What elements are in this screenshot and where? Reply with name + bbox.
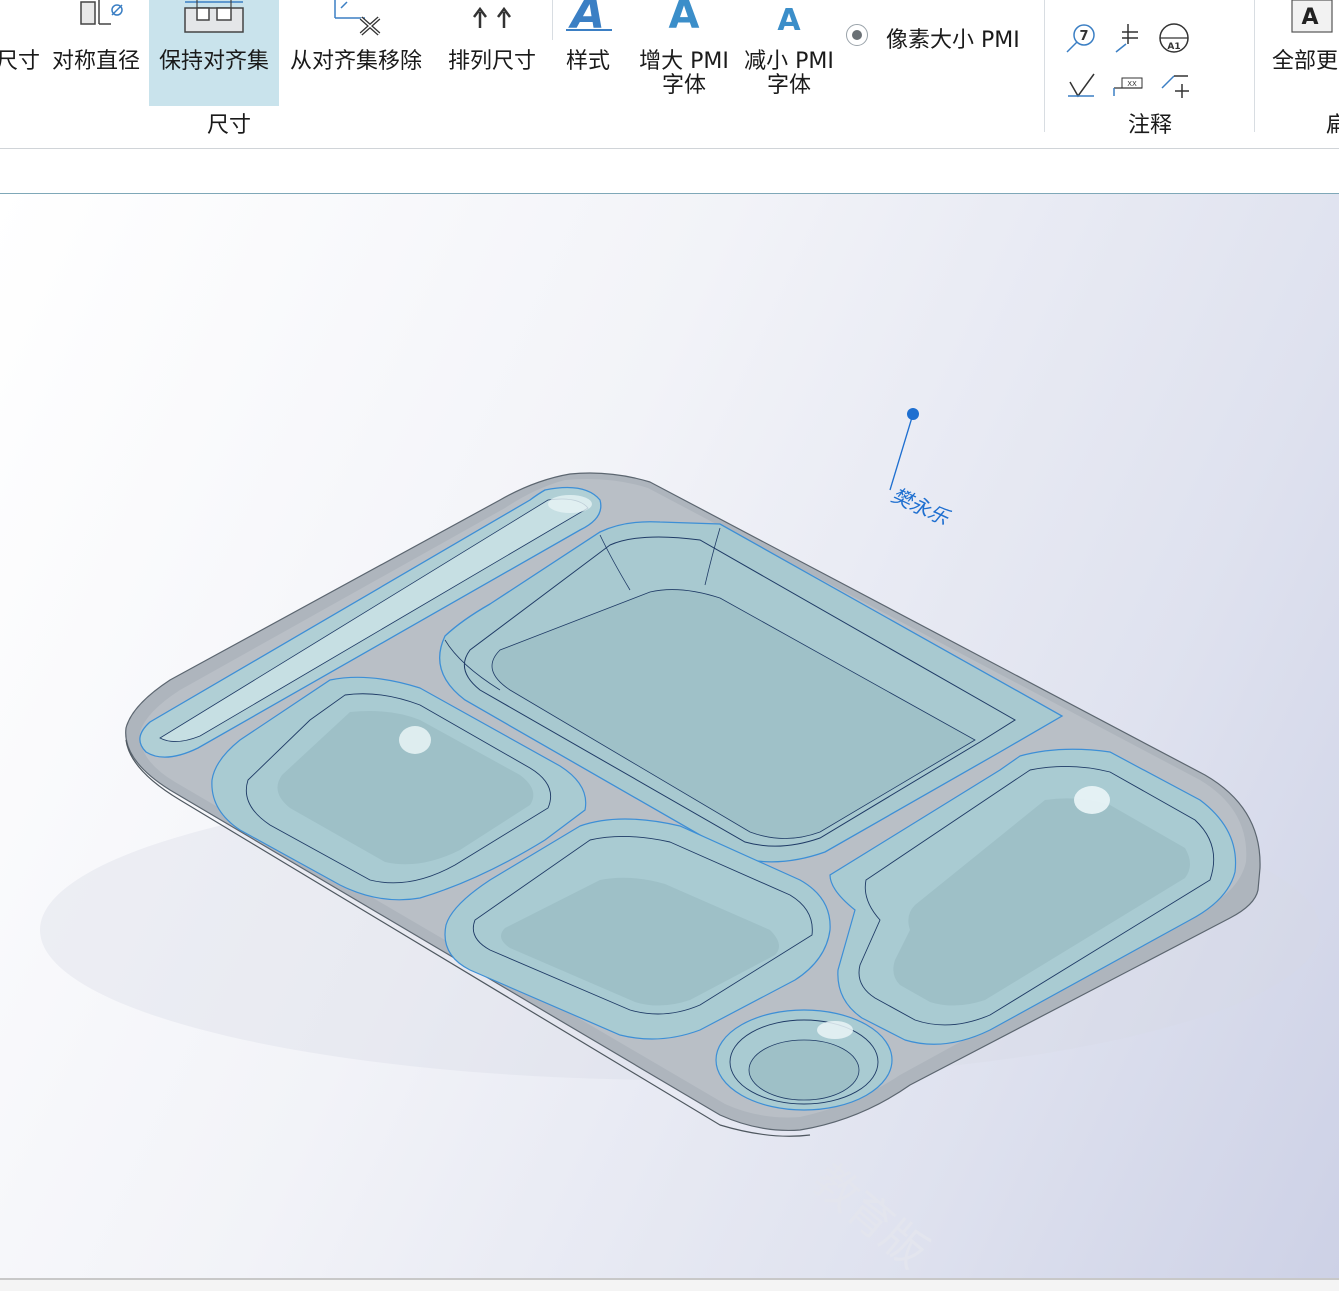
status-bar [0, 1278, 1339, 1291]
radio-selected-dot [852, 30, 862, 40]
svg-text:XX: XX [1127, 80, 1137, 88]
symmetric-diameter-icon [80, 0, 123, 25]
arrange-dimensions-icon [473, 6, 511, 28]
update-all-button[interactable]: A 全部更 [1268, 0, 1339, 106]
arrange-dimensions-label: 排列尺寸 [447, 49, 536, 74]
keep-alignment-set-label: 保持对齐集 [158, 49, 269, 74]
datum-target-icon[interactable]: A1 [1158, 22, 1192, 54]
symmetric-diameter-button[interactable]: 对称直径 [44, 0, 148, 106]
increase-pmi-font-label: 增大 PMI 字体 [639, 49, 729, 98]
arrange-dimensions-button[interactable]: 排列尺寸 [440, 0, 544, 106]
dimension-button-label: 尺寸 [0, 49, 41, 74]
surface-finish-icon[interactable] [1064, 72, 1098, 100]
keep-alignment-set-button[interactable]: 保持对齐集 [149, 0, 279, 106]
svg-text:A: A [669, 0, 700, 36]
dimension-button[interactable]: 尺寸 [0, 0, 42, 106]
symmetric-diameter-label: 对称直径 [51, 49, 140, 74]
annotation-note: 樊永乐 [888, 483, 954, 531]
weld-symbol-icon[interactable]: XX [1110, 74, 1146, 98]
remove-alignment-icon [334, 0, 381, 36]
svg-text:A: A [1301, 5, 1318, 30]
svg-text:A: A [777, 3, 801, 36]
divider [1044, 0, 1045, 132]
decrease-font-icon: A [777, 3, 801, 36]
tray-model[interactable]: 樊永乐 教育版 [0, 194, 1339, 1278]
update-all-label: 全部更 [1272, 49, 1339, 74]
style-button[interactable]: A 样式 [556, 0, 620, 106]
update-annotation-icon: A [1291, 0, 1333, 33]
partial-group-label: 扁 [1326, 113, 1339, 138]
divider [1254, 0, 1255, 132]
datum-feature-symbol-icon[interactable]: 7 [1064, 22, 1098, 54]
divider [552, 0, 553, 40]
watermark-text: 教育版 [803, 1154, 937, 1278]
geometric-tolerance-icon[interactable] [1112, 22, 1146, 54]
font-style-icon: A [566, 0, 612, 36]
annotation-group-label: 注释 [1128, 113, 1173, 138]
graphics-viewport[interactable]: 樊永乐 教育版 [0, 194, 1339, 1278]
svg-text:A1: A1 [1167, 42, 1180, 52]
decrease-pmi-font-button[interactable]: A 减小 PMI 字体 [738, 0, 840, 106]
increase-font-icon: A [669, 0, 700, 36]
dimension-group-label: 尺寸 [207, 113, 252, 138]
svg-text:7: 7 [1079, 29, 1088, 44]
increase-pmi-font-button[interactable]: A 增大 PMI 字体 [634, 0, 734, 106]
pixel-size-pmi-label: 像素大小 PMI [886, 28, 1020, 53]
decrease-pmi-font-label: 减小 PMI 字体 [744, 49, 834, 98]
ribbon: 尺寸 对称直径 保持对齐集 从对齐集移除 排列尺寸 尺寸 A 样式 A 增大 P… [0, 0, 1339, 149]
note-leader-line [889, 413, 914, 491]
remove-from-alignment-set-label: 从对齐集移除 [289, 49, 422, 74]
remove-from-alignment-set-button[interactable]: 从对齐集移除 [283, 0, 429, 106]
style-label: 样式 [565, 49, 610, 74]
tab-strip [0, 149, 1339, 194]
add-note-icon[interactable] [1158, 72, 1192, 102]
keep-alignment-icon [184, 0, 244, 33]
